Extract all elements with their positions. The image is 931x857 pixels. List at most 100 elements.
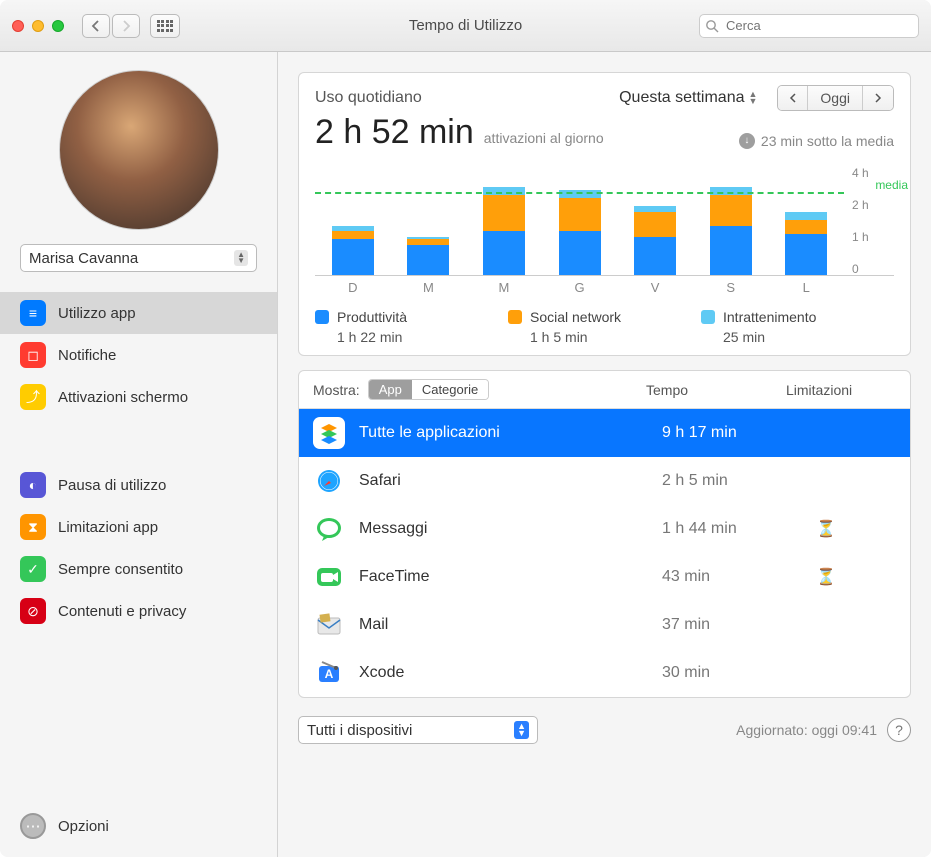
stack-icon: ≡ bbox=[20, 300, 46, 326]
yaxis-label: 0 bbox=[852, 262, 888, 276]
minimize-button[interactable] bbox=[32, 20, 44, 32]
total-subtitle: attivazioni al giorno bbox=[484, 130, 604, 146]
sidebar-item-attivazioni-schermo[interactable]: ⤴ Attivazioni schermo bbox=[0, 376, 277, 418]
xaxis-label: S bbox=[693, 276, 769, 295]
legend-time: 1 h 22 min bbox=[315, 329, 508, 355]
app-limit: ⏳ bbox=[816, 519, 896, 539]
legend-name: Produttività bbox=[337, 309, 407, 325]
close-button[interactable] bbox=[12, 20, 24, 32]
delta-label: 23 min sotto la media bbox=[761, 133, 894, 149]
col-tempo: Tempo bbox=[646, 382, 786, 398]
chart-segment bbox=[710, 195, 752, 225]
app-time: 1 h 44 min bbox=[662, 520, 802, 538]
app-row[interactable]: Messaggi 1 h 44 min ⏳ bbox=[299, 505, 910, 553]
xaxis-label: G bbox=[542, 276, 618, 295]
sidebar-item-contenuti-e-privacy[interactable]: ⊘Contenuti e privacy bbox=[0, 590, 277, 632]
device-select[interactable]: Tutti i dispositivi ▲▼ bbox=[298, 716, 538, 744]
xaxis-label: M bbox=[391, 276, 467, 295]
app-time: 9 h 17 min bbox=[662, 424, 802, 442]
xaxis-label: M bbox=[466, 276, 542, 295]
app-name: Messaggi bbox=[359, 520, 648, 538]
chevron-right-icon bbox=[874, 93, 882, 103]
media-label: media bbox=[875, 178, 908, 192]
chart-segment bbox=[785, 212, 827, 220]
sidebar-item-pausa-di-utilizzo[interactable]: ◐ Pausa di utilizzo bbox=[0, 464, 277, 506]
app-row[interactable]: Tutte le applicazioni9 h 17 min bbox=[299, 409, 910, 457]
chart-segment bbox=[634, 237, 676, 276]
pickup-icon: ⤴ bbox=[20, 384, 46, 410]
app-icon: A bbox=[313, 657, 345, 689]
usage-chart: 4 h2 h1 h0 bbox=[315, 166, 894, 276]
chart-segment bbox=[785, 234, 827, 275]
tab-categories[interactable]: Categorie bbox=[412, 380, 488, 399]
user-name: Marisa Cavanna bbox=[29, 250, 138, 267]
app-row[interactable]: Mail 37 min bbox=[299, 601, 910, 649]
app-icon bbox=[313, 513, 345, 545]
chart-segment bbox=[710, 226, 752, 276]
app-name: Safari bbox=[359, 472, 648, 490]
xaxis-label: L bbox=[768, 276, 844, 295]
search-input[interactable] bbox=[699, 14, 919, 38]
sidebar-item-sempre-consentito[interactable]: ✓ Sempre consentito bbox=[0, 548, 277, 590]
chevron-updown-icon: ▲▼ bbox=[234, 250, 248, 266]
sidebar-item-label: Limitazioni app bbox=[58, 519, 158, 536]
app-row[interactable]: A Xcode 30 min bbox=[299, 649, 910, 697]
yaxis-label: 1 h bbox=[852, 230, 888, 244]
legend-name: Intrattenimento bbox=[723, 309, 816, 325]
help-button[interactable]: ? bbox=[887, 718, 911, 742]
show-all-button[interactable] bbox=[150, 14, 180, 38]
chevron-left-icon bbox=[91, 20, 101, 32]
tab-app[interactable]: App bbox=[369, 380, 412, 399]
sidebar-item-limitazioni-app[interactable]: ⧗ Limitazioni app bbox=[0, 506, 277, 548]
chevron-updown-icon: ▲▼ bbox=[749, 91, 758, 105]
period-select[interactable]: Questa settimana ▲▼ bbox=[619, 89, 757, 107]
ellipsis-icon: ⋯ bbox=[20, 813, 46, 839]
app-icon bbox=[313, 465, 345, 497]
chevron-updown-icon: ▲▼ bbox=[514, 721, 529, 739]
forward-button[interactable] bbox=[112, 14, 140, 38]
next-period-button[interactable] bbox=[863, 86, 893, 110]
legend-swatch bbox=[701, 310, 715, 324]
chevron-left-icon bbox=[789, 93, 797, 103]
xaxis-label: D bbox=[315, 276, 391, 295]
prev-period-button[interactable] bbox=[778, 86, 808, 110]
app-icon bbox=[313, 417, 345, 449]
app-time: 2 h 5 min bbox=[662, 472, 802, 490]
back-button[interactable] bbox=[82, 14, 110, 38]
hourglass-icon: ⧗ bbox=[20, 514, 46, 540]
app-icon bbox=[313, 609, 345, 641]
today-button[interactable]: Oggi bbox=[808, 86, 863, 110]
user-select[interactable]: Marisa Cavanna ▲▼ bbox=[20, 244, 257, 272]
check-icon: ✓ bbox=[20, 556, 46, 582]
sidebar-item-label: Attivazioni schermo bbox=[58, 389, 188, 406]
app-name: Xcode bbox=[359, 664, 648, 682]
moon-icon: ◐ bbox=[20, 472, 46, 498]
sidebar-item-label: Notifiche bbox=[58, 347, 116, 364]
chart-segment bbox=[407, 245, 449, 275]
block-icon: ⊘ bbox=[20, 598, 46, 624]
legend-swatch bbox=[315, 310, 329, 324]
legend-swatch bbox=[508, 310, 522, 324]
legend-time: 1 h 5 min bbox=[508, 329, 701, 355]
legend-time: 25 min bbox=[701, 329, 894, 355]
sidebar-item-notifiche[interactable]: ◻Notifiche bbox=[0, 334, 277, 376]
sidebar-item-label: Pausa di utilizzo bbox=[58, 477, 166, 494]
chart-segment bbox=[634, 212, 676, 237]
app-name: FaceTime bbox=[359, 568, 648, 586]
app-row[interactable]: Safari 2 h 5 min bbox=[299, 457, 910, 505]
app-time: 30 min bbox=[662, 664, 802, 682]
app-row[interactable]: FaceTime43 min⏳ bbox=[299, 553, 910, 601]
legend-name: Social network bbox=[530, 309, 621, 325]
chart-segment bbox=[483, 195, 525, 231]
chart-segment bbox=[785, 220, 827, 234]
legend-item: Produttività 1 h 22 min bbox=[315, 309, 508, 355]
chart-segment bbox=[332, 239, 374, 275]
options-button[interactable]: ⋯ Opzioni bbox=[0, 805, 277, 839]
sidebar-item-utilizzo-app[interactable]: ≡Utilizzo app bbox=[0, 292, 277, 334]
media-line bbox=[315, 192, 844, 194]
sidebar-item-label: Sempre consentito bbox=[58, 561, 183, 578]
app-time: 37 min bbox=[662, 616, 802, 634]
app-name: Mail bbox=[359, 616, 648, 634]
maximize-button[interactable] bbox=[52, 20, 64, 32]
period-label: Questa settimana bbox=[619, 89, 744, 107]
